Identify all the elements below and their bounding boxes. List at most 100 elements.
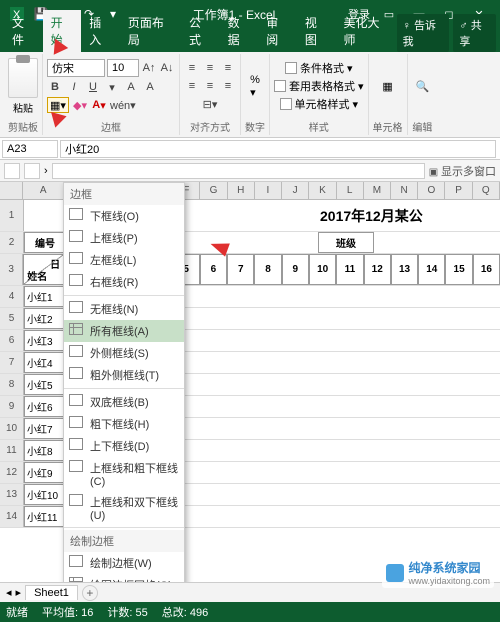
col-I[interactable]: I [255,182,282,199]
cell-style-button[interactable]: 单元格样式▾ [280,96,359,112]
day-7[interactable]: 7 [227,254,254,285]
col-J[interactable]: J [282,182,309,199]
row-3[interactable]: 3 [0,254,23,285]
row-11[interactable]: 11 [0,440,24,461]
bold-button[interactable]: B [47,79,63,95]
tell-me[interactable]: ♀ 告诉我 [397,14,450,52]
tab-data[interactable]: 数据 [220,10,259,52]
header-id[interactable]: 编号 [24,232,66,253]
font-a2[interactable]: A [142,79,158,95]
day-13[interactable]: 13 [391,254,418,285]
dd-bottom-border[interactable]: 下框线(O) [64,205,184,227]
tab-layout[interactable]: 页面布局 [120,10,181,52]
dd-top-double-bottom[interactable]: 上框线和双下框线(U) [64,491,184,525]
nav-path[interactable] [52,163,425,179]
font-size-box[interactable]: 10 [107,59,139,77]
row-13[interactable]: 13 [0,484,24,505]
row-4[interactable]: 4 [0,286,24,307]
day-9[interactable]: 9 [282,254,309,285]
tab-beauty[interactable]: 美化大师 [335,10,396,52]
dd-top-thick-bottom[interactable]: 上框线和粗下框线(C) [64,457,184,491]
day-11[interactable]: 11 [336,254,363,285]
sheet-nav-prev-icon[interactable]: ◂ [6,586,12,599]
name-6[interactable]: 小红6 [24,396,66,417]
nav-chevron-icon[interactable]: › [44,165,48,177]
name-1[interactable]: 小红1 [24,286,66,307]
merge-button[interactable]: ⊟▾ [202,96,218,112]
tab-insert[interactable]: 插入 [81,10,120,52]
dd-all-borders[interactable]: 所有框线(A) [64,320,184,342]
tab-formula[interactable]: 公式 [181,10,220,52]
row-1[interactable]: 1 [0,200,24,231]
col-A[interactable]: A [23,182,64,199]
day-6[interactable]: 6 [200,254,227,285]
font-name-box[interactable]: 仿宋 [47,59,105,77]
header-banji[interactable]: 班级 [318,232,374,253]
font-color-button[interactable]: A▾ [91,97,107,113]
day-16[interactable]: 16 [473,254,500,285]
font-a1[interactable]: A [123,79,139,95]
italic-button[interactable]: I [66,79,82,95]
row-14[interactable]: 14 [0,506,24,527]
row-10[interactable]: 10 [0,418,24,439]
dd-outside-border[interactable]: 外侧框线(S) [64,342,184,364]
edit-button[interactable]: 🔍 [412,78,434,95]
name-10[interactable]: 小红10 [24,484,66,505]
name-5[interactable]: 小红5 [24,374,66,395]
select-all-corner[interactable] [0,182,23,199]
align-mc-icon[interactable]: ≡ [202,78,218,94]
col-H[interactable]: H [228,182,255,199]
row-8[interactable]: 8 [0,374,24,395]
day-8[interactable]: 8 [254,254,281,285]
formula-input[interactable]: 小红20 [60,140,496,158]
number-format-button[interactable]: %▾ [246,72,264,101]
name-4[interactable]: 小红4 [24,352,66,373]
name-2[interactable]: 小红2 [24,308,66,329]
row-5[interactable]: 5 [0,308,24,329]
col-G[interactable]: G [200,182,227,199]
row-6[interactable]: 6 [0,330,24,351]
dd-thick-bottom[interactable]: 粗下框线(H) [64,413,184,435]
align-tc-icon[interactable]: ≡ [202,60,218,76]
sheet-nav-next-icon[interactable]: ▸ [16,586,22,599]
col-O[interactable]: O [418,182,445,199]
name-9[interactable]: 小红9 [24,462,66,483]
col-M[interactable]: M [364,182,391,199]
name-box[interactable]: A23 [2,140,58,158]
dd-no-border[interactable]: 无框线(N) [64,298,184,320]
day-12[interactable]: 12 [364,254,391,285]
cells-button[interactable]: ▦ [378,78,396,95]
day-10[interactable]: 10 [309,254,336,285]
nav-home-icon[interactable] [4,163,20,179]
paste-button[interactable] [8,58,38,98]
row-2[interactable]: 2 [0,232,24,253]
name-7[interactable]: 小红7 [24,418,66,439]
add-sheet-icon[interactable]: + [82,585,98,601]
dd-double-bottom[interactable]: 双底框线(B) [64,391,184,413]
underline-button[interactable]: U [85,79,101,95]
dd-right-border[interactable]: 右框线(R) [64,271,184,293]
share-button[interactable]: ♂ 共享 [453,14,496,52]
phonetic-button[interactable]: wén▾ [110,97,136,113]
dd-top-bottom[interactable]: 上下框线(D) [64,435,184,457]
nav-right-label[interactable]: ▣ 显示多窗口 [429,163,496,179]
nav-folder-icon[interactable] [24,163,40,179]
tab-review[interactable]: 审阅 [258,10,297,52]
col-P[interactable]: P [445,182,472,199]
sheet-tab-1[interactable]: Sheet1 [25,585,78,600]
dd-thick-outside[interactable]: 粗外侧框线(T) [64,364,184,386]
col-N[interactable]: N [391,182,418,199]
day-15[interactable]: 15 [445,254,472,285]
tab-file[interactable]: 文件 [4,10,43,52]
day-14[interactable]: 14 [418,254,445,285]
col-K[interactable]: K [309,182,336,199]
name-11[interactable]: 小红11 [24,506,66,527]
row-9[interactable]: 9 [0,396,24,417]
col-Q[interactable]: Q [473,182,500,199]
increase-font-icon[interactable]: A↑ [141,60,157,76]
cond-format-button[interactable]: 条件格式▾ [285,60,353,76]
align-ml-icon[interactable]: ≡ [184,78,200,94]
tab-view[interactable]: 视图 [297,10,336,52]
name-3[interactable]: 小红3 [24,330,66,351]
font-more[interactable]: ▾ [104,79,120,95]
